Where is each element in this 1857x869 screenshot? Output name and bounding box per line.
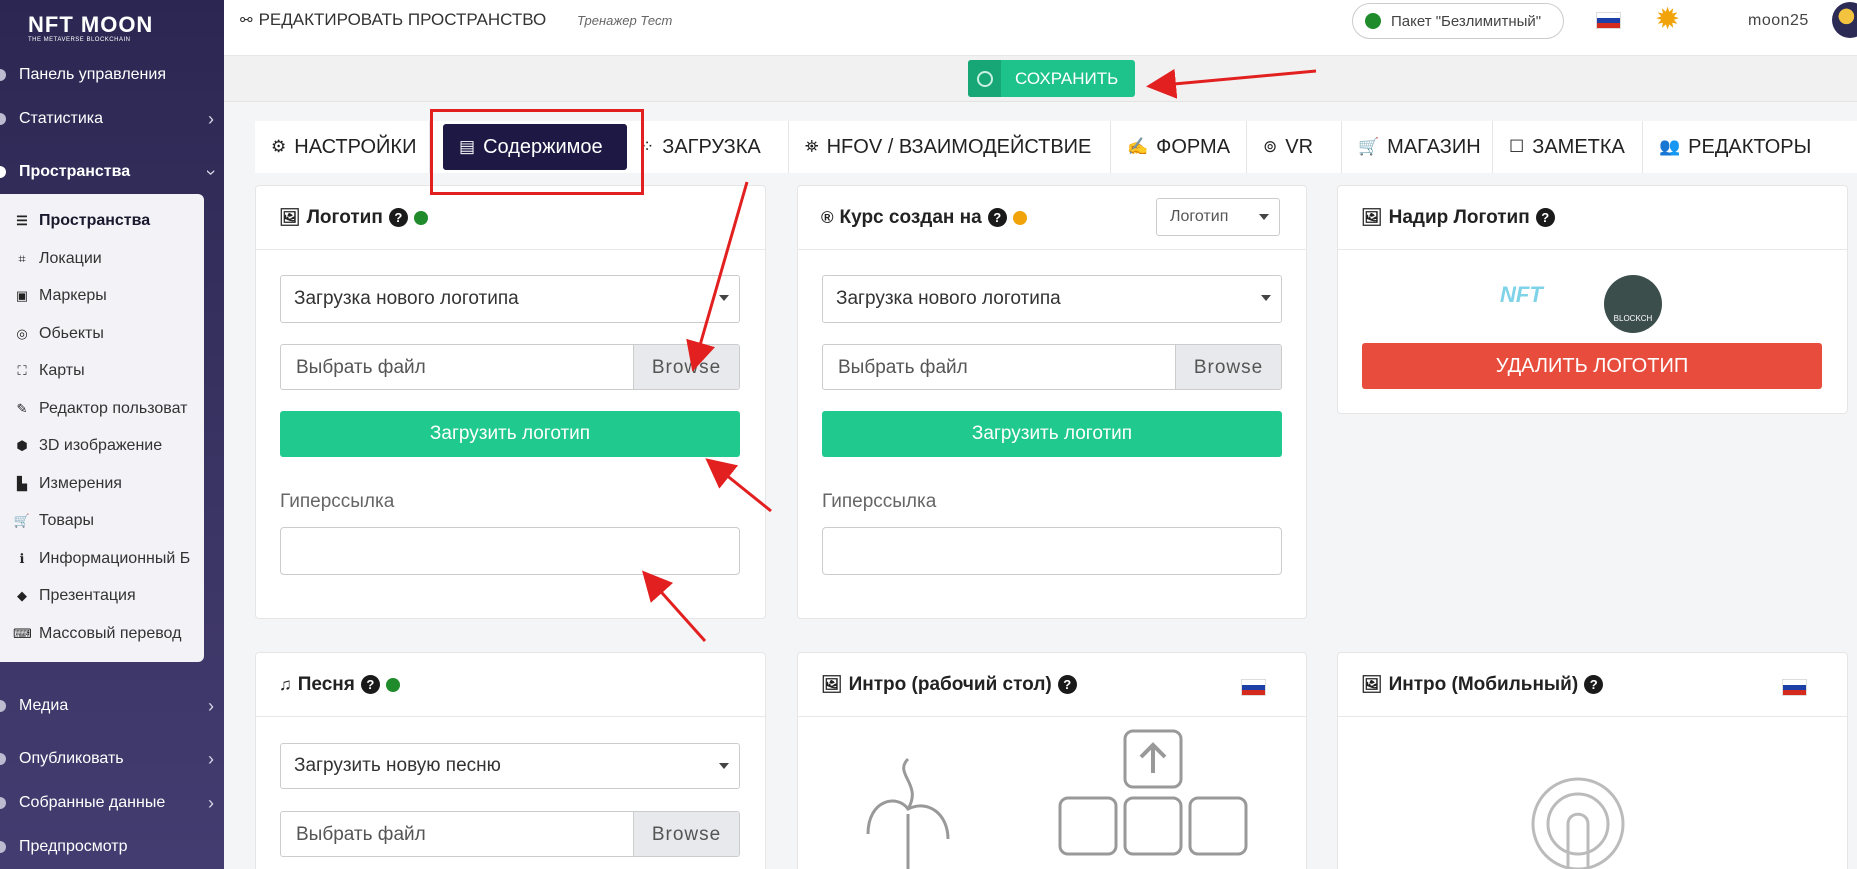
annotation-arrows xyxy=(642,68,1317,642)
